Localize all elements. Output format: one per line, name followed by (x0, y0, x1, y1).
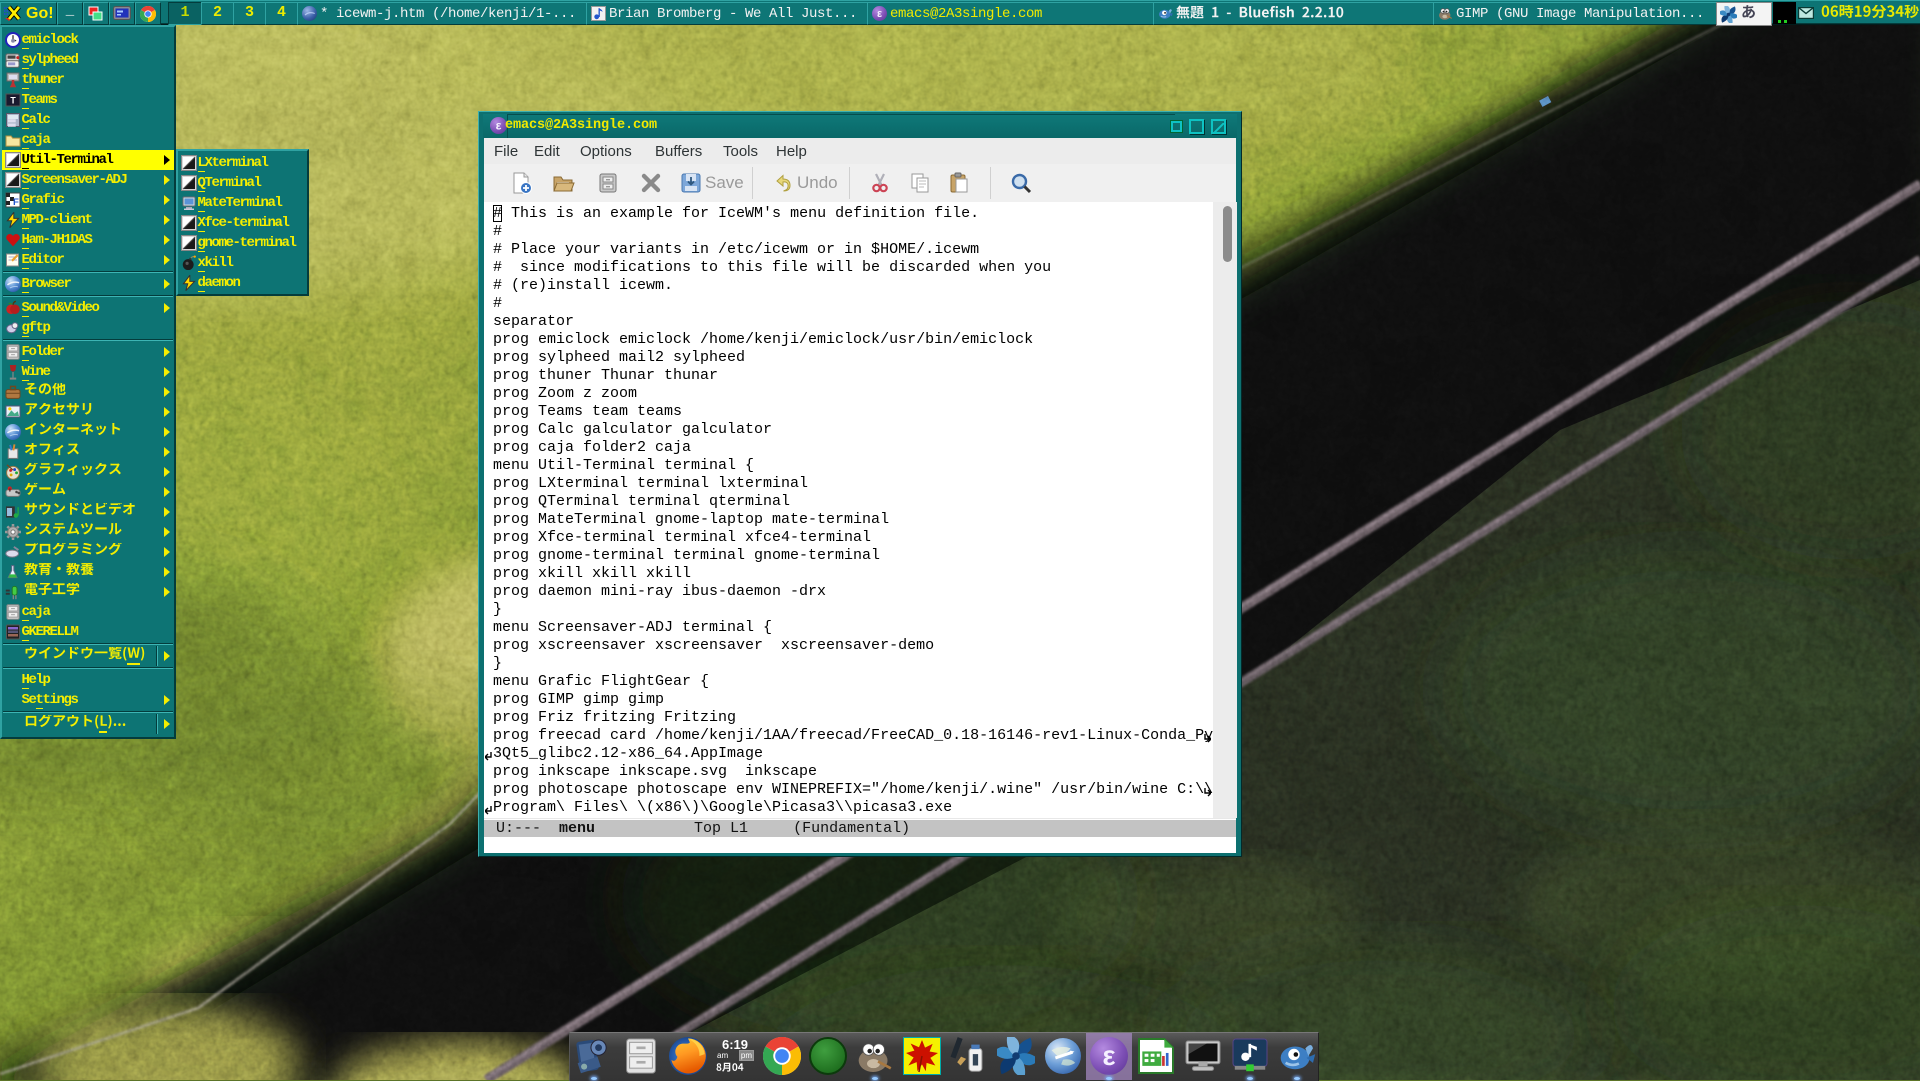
svg-text:F: F (13, 196, 19, 207)
svg-text:ε: ε (496, 119, 502, 133)
svg-text:ε: ε (877, 8, 882, 20)
svg-text:ε: ε (1103, 1040, 1116, 1071)
svg-text:T: T (10, 95, 16, 105)
